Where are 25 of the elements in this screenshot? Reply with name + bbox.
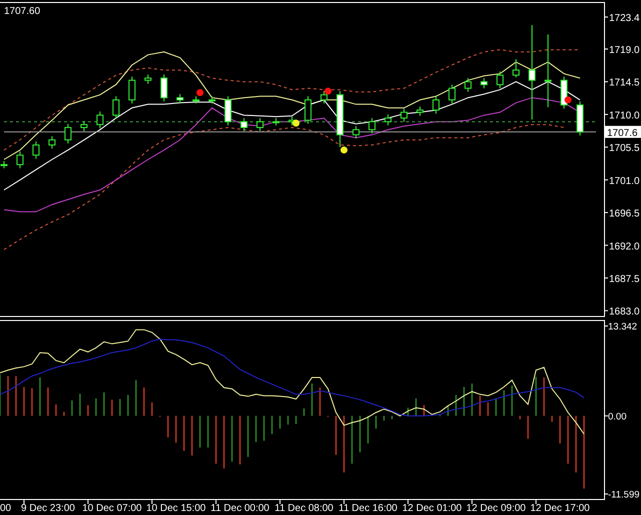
axis-label: 1705.5	[609, 143, 640, 154]
axis-label: 10 Dec 15:00	[146, 503, 206, 514]
axis-label: 1714.5	[609, 78, 640, 89]
current-price-tag: 1707.6	[605, 126, 641, 139]
axis-label: 12 Dec 01:00	[402, 503, 462, 514]
axis-label: 1701.0	[609, 176, 640, 187]
axis-label: 1683.0	[609, 306, 640, 318]
axis-label: 1719.0	[609, 45, 640, 56]
axis-label: -11.599	[608, 489, 640, 500]
axis-label: 11 Dec 00:00	[210, 503, 270, 514]
price-label: 1707.60	[4, 6, 40, 17]
axis-label: 1687.5	[609, 274, 640, 285]
axis-label: 1710.0	[609, 110, 640, 122]
axis-label: 00	[0, 503, 12, 514]
axis-label: 1692.0	[609, 241, 640, 252]
axis-label: 13.342	[608, 322, 638, 332]
axis-label: 1723.4	[609, 13, 640, 24]
axis-label: 12 Dec 09:00	[466, 503, 526, 514]
axis-label: 11 Dec 16:00	[338, 503, 398, 514]
axis-label: 1696.5	[609, 208, 640, 220]
axis-label: 10 Dec 07:00	[82, 503, 142, 514]
axis-label: 0.00	[608, 411, 626, 422]
axis-label: 9 Dec 23:00	[21, 503, 75, 514]
axis-label: 11 Dec 08:00	[274, 503, 334, 514]
axis-label: 12 Dec 17:00	[530, 503, 590, 514]
